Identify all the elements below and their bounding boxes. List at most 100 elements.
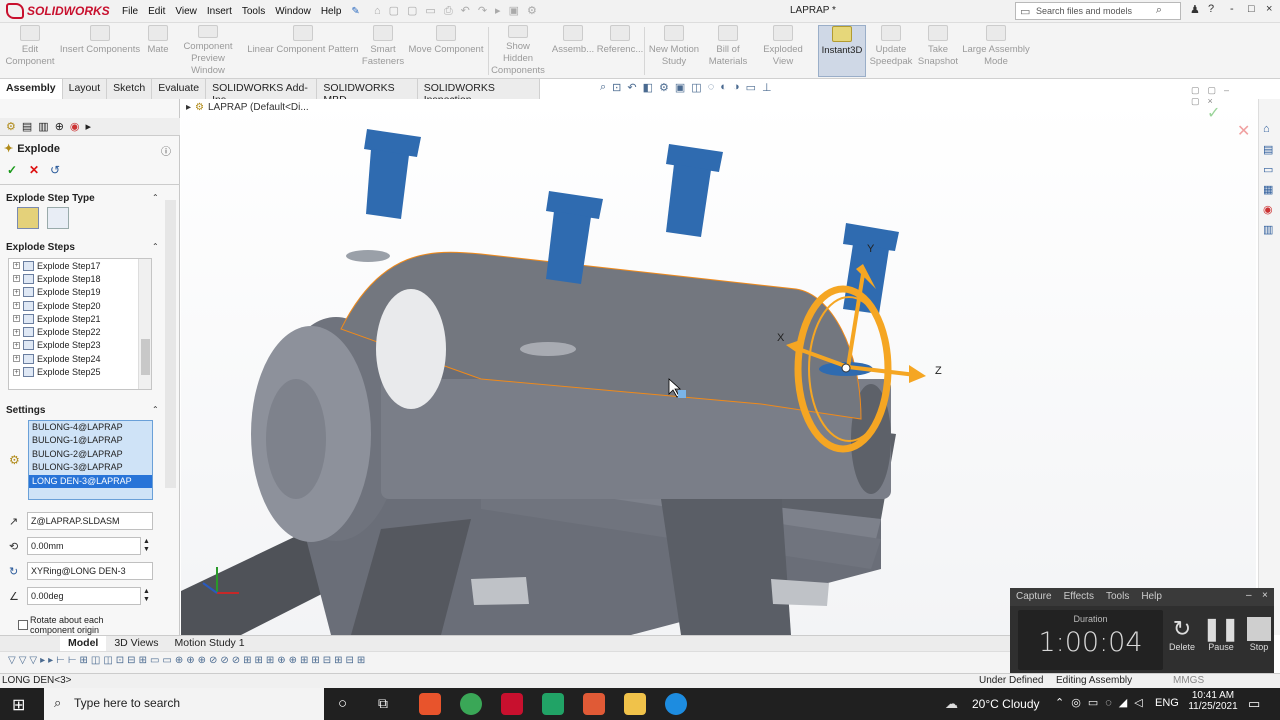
expand-icon[interactable]: + bbox=[13, 275, 20, 283]
list-item[interactable]: BULONG-4@LAPRAP bbox=[29, 421, 152, 434]
heads-up-view-toolbar[interactable]: ⌕ ⊡ ↶ ◧ ⚙ ▣ ◫ ◌ ◐ ◑ ▭ ⊥ bbox=[600, 81, 772, 94]
section-view-icon[interactable]: ◧ bbox=[643, 81, 653, 94]
list-item[interactable]: + Explode Step22 bbox=[9, 325, 151, 338]
windows-start-icon[interactable]: ⊞ bbox=[12, 695, 25, 715]
edit-appearance-icon[interactable]: ◐ bbox=[720, 81, 727, 94]
tab-model[interactable]: Model bbox=[60, 636, 107, 651]
instant3d-button[interactable]: Instant3D bbox=[818, 25, 866, 77]
tab-layout[interactable]: Layout bbox=[63, 79, 108, 99]
list-item[interactable]: + Explode Step17 bbox=[9, 259, 151, 272]
update-speedpak-button[interactable]: Update Speedpak bbox=[868, 25, 914, 77]
cancel-button[interactable]: ✕ bbox=[29, 163, 39, 177]
expand-icon[interactable]: + bbox=[13, 328, 20, 336]
linear-pattern-button[interactable]: Linear Component Pattern bbox=[246, 25, 360, 77]
custom-properties-icon[interactable]: ▥ bbox=[1263, 223, 1273, 236]
menu-window[interactable]: Window bbox=[275, 6, 311, 17]
large-assembly-mode-button[interactable]: Large Assembly Mode bbox=[962, 25, 1030, 77]
task-view-icon[interactable]: ⧉ bbox=[378, 695, 388, 712]
expand-icon[interactable]: + bbox=[13, 262, 20, 270]
tab-inspection[interactable]: SOLIDWORKS Inspection bbox=[418, 79, 540, 106]
expand-icon[interactable]: + bbox=[13, 368, 20, 376]
mate-button[interactable]: Mate bbox=[144, 25, 172, 77]
camtasia-icon[interactable] bbox=[542, 693, 564, 715]
help-button[interactable]: ? bbox=[1208, 3, 1214, 15]
configuration-manager-icon[interactable]: ▥ bbox=[38, 120, 48, 133]
angle-field[interactable]: 0.00deg bbox=[27, 587, 141, 605]
direction-field[interactable]: Z@LAPRAP.SLDASM bbox=[27, 512, 153, 530]
regular-step-icon[interactable] bbox=[17, 207, 39, 229]
expand-icon[interactable]: + bbox=[13, 355, 20, 363]
tab-assembly[interactable]: Assembly bbox=[0, 79, 63, 99]
expand-icon[interactable]: + bbox=[13, 302, 20, 310]
file-explorer-icon[interactable] bbox=[624, 693, 646, 715]
file-explorer-icon[interactable]: ▭ bbox=[1263, 163, 1273, 176]
distance-field[interactable]: 0.00mm bbox=[27, 537, 141, 555]
capture-menu-effects[interactable]: Effects bbox=[1064, 591, 1094, 603]
expand-icon[interactable]: + bbox=[13, 341, 20, 349]
appearances-icon[interactable]: ◉ bbox=[1263, 203, 1273, 216]
take-snapshot-button[interactable]: Take Snapshot bbox=[916, 25, 960, 77]
solidworks-taskbar-icon[interactable] bbox=[501, 693, 523, 715]
show-hidden-button[interactable]: Show Hidden Components bbox=[490, 25, 546, 77]
expand-icon[interactable]: + bbox=[13, 315, 20, 323]
previous-view-icon[interactable]: ↶ bbox=[627, 81, 636, 94]
explode-steps-list[interactable]: + Explode Step17 + Explode Step18 + Explode… bbox=[8, 258, 152, 390]
pause-button[interactable]: ❚❚ Pause bbox=[1202, 616, 1240, 652]
solidworks-logo[interactable]: SOLIDWORKS bbox=[6, 2, 110, 20]
assembly-features-button[interactable]: Assemb... bbox=[550, 25, 596, 77]
recorder-icon[interactable] bbox=[583, 693, 605, 715]
display-manager-icon[interactable]: ◉ bbox=[70, 120, 80, 133]
status-units[interactable]: MMGS bbox=[1173, 675, 1204, 686]
tab-evaluate[interactable]: Evaluate bbox=[152, 79, 207, 99]
viewport-window-controls[interactable]: ▢▢–▢× bbox=[1191, 85, 1256, 107]
hide-show-icon[interactable]: ◌ bbox=[708, 81, 715, 94]
list-item[interactable]: + Explode Step21 bbox=[9, 312, 151, 325]
close-button[interactable]: × bbox=[1266, 3, 1272, 15]
maximize-button[interactable]: □ bbox=[1248, 3, 1255, 15]
collapse-steps-icon[interactable]: ⌃ bbox=[152, 242, 159, 251]
menu-edit[interactable]: Edit bbox=[148, 6, 165, 17]
quick-access-toolbar[interactable]: ⌂▢▢▭⎙↶↷▸▣⚙ bbox=[374, 4, 545, 18]
app-icon[interactable] bbox=[419, 693, 441, 715]
more-tabs-icon[interactable]: ▸ bbox=[86, 120, 92, 133]
capture-menu-capture[interactable]: Capture bbox=[1016, 591, 1052, 603]
reference-geometry-button[interactable]: Referenc... bbox=[597, 25, 643, 77]
list-item[interactable]: BULONG-1@LAPRAP bbox=[29, 434, 152, 447]
list-item[interactable]: + Explode Step23 bbox=[9, 339, 151, 352]
minimize-button[interactable]: - bbox=[1230, 3, 1234, 15]
undo-icon[interactable]: ↺ bbox=[50, 163, 60, 177]
smart-fasteners-button[interactable]: Smart Fasteners bbox=[362, 25, 404, 77]
pin-icon[interactable]: ✎ bbox=[351, 6, 359, 17]
steps-scrollbar[interactable] bbox=[138, 259, 151, 389]
search-icon[interactable]: ⌕ bbox=[1156, 4, 1162, 17]
tab-addins[interactable]: SOLIDWORKS Add-Ins bbox=[206, 79, 318, 106]
bill-of-materials-button[interactable]: Bill of Materials bbox=[706, 25, 750, 77]
list-item[interactable]: + Explode Step20 bbox=[9, 299, 151, 312]
menu-view[interactable]: View bbox=[175, 6, 197, 17]
home-icon[interactable]: ⌂ bbox=[1263, 123, 1270, 135]
component-preview-button[interactable]: Component Preview Window bbox=[174, 25, 242, 77]
ok-button[interactable]: ✓ bbox=[7, 163, 17, 177]
move-component-button[interactable]: Move Component bbox=[406, 25, 486, 77]
list-item[interactable]: + Explode Step24 bbox=[9, 352, 151, 365]
radial-step-icon[interactable] bbox=[47, 207, 69, 229]
delete-button[interactable]: ↻ Delete bbox=[1163, 616, 1201, 652]
list-item[interactable]: + Explode Step18 bbox=[9, 272, 151, 285]
display-style-icon[interactable]: ◫ bbox=[691, 81, 701, 94]
edit-component-button[interactable]: Edit Component bbox=[4, 25, 56, 77]
cortana-icon[interactable]: ○ bbox=[338, 695, 347, 712]
angle-spinner[interactable]: ▲ ▼ bbox=[143, 588, 150, 604]
dynamic-annotation-icon[interactable]: ⚙ bbox=[659, 81, 669, 94]
collapse-settings-icon[interactable]: ⌃ bbox=[152, 405, 159, 414]
list-item[interactable]: + Explode Step25 bbox=[9, 365, 151, 378]
notifications-icon[interactable]: ▭ bbox=[1248, 696, 1260, 712]
list-item[interactable]: BULONG-2@LAPRAP bbox=[29, 448, 152, 461]
collapse-step-type-icon[interactable]: ⌃ bbox=[152, 193, 159, 202]
menu-insert[interactable]: Insert bbox=[207, 6, 232, 17]
distance-spinner[interactable]: ▲ ▼ bbox=[143, 538, 150, 554]
rotate-about-origin-checkbox[interactable] bbox=[18, 620, 28, 630]
list-item[interactable]: LONG DEN-3@LAPRAP bbox=[29, 474, 152, 488]
menu-file[interactable]: File bbox=[122, 6, 138, 17]
exploded-view-button[interactable]: Exploded View bbox=[752, 25, 814, 77]
edge-icon[interactable] bbox=[665, 693, 687, 715]
